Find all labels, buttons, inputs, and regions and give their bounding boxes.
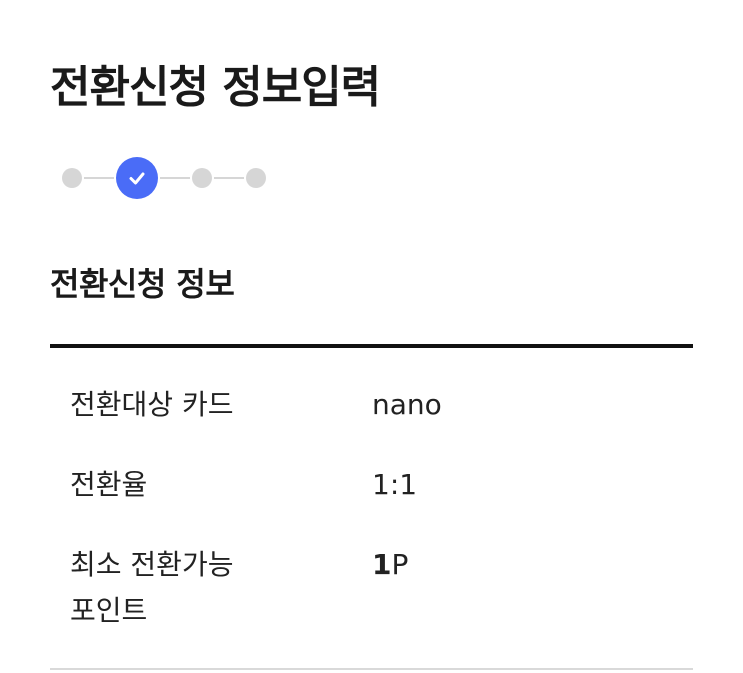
step-connector: [84, 177, 114, 179]
page-title: 전환신청 정보입력: [50, 62, 381, 113]
info-row-conversion-rate: 전환율 1:1: [70, 465, 690, 505]
min-points-label-line2: 포인트: [70, 594, 148, 627]
bottom-divider: [50, 668, 693, 670]
step-3-dot: [192, 168, 212, 188]
info-row-target-card: 전환대상 카드 nano: [70, 385, 690, 425]
section-divider: [50, 344, 693, 348]
step-2-active: [116, 157, 158, 199]
target-card-label-text: 전환대상 카드: [70, 388, 234, 421]
section-title: 전환신청 정보: [50, 265, 235, 303]
min-points-value: 1P: [372, 545, 690, 631]
min-points-label: 최소 전환가능 포인트: [70, 545, 372, 631]
min-points-number: 1: [372, 548, 392, 581]
step-1-dot: [62, 168, 82, 188]
step-connector: [214, 177, 244, 179]
progress-stepper: [62, 157, 266, 199]
conversion-rate-label: 전환율: [70, 465, 372, 505]
target-card-label: 전환대상 카드: [70, 385, 372, 425]
conversion-rate-label-text: 전환율: [70, 468, 148, 501]
step-connector: [160, 177, 190, 179]
min-points-label-line1: 최소 전환가능: [70, 548, 234, 581]
check-icon: [129, 172, 145, 185]
conversion-rate-value: 1:1: [372, 468, 418, 501]
min-points-unit: P: [391, 548, 409, 581]
target-card-value: nano: [372, 388, 442, 421]
step-4-dot: [246, 168, 266, 188]
info-row-min-points: 최소 전환가능 포인트 1P: [70, 545, 690, 631]
